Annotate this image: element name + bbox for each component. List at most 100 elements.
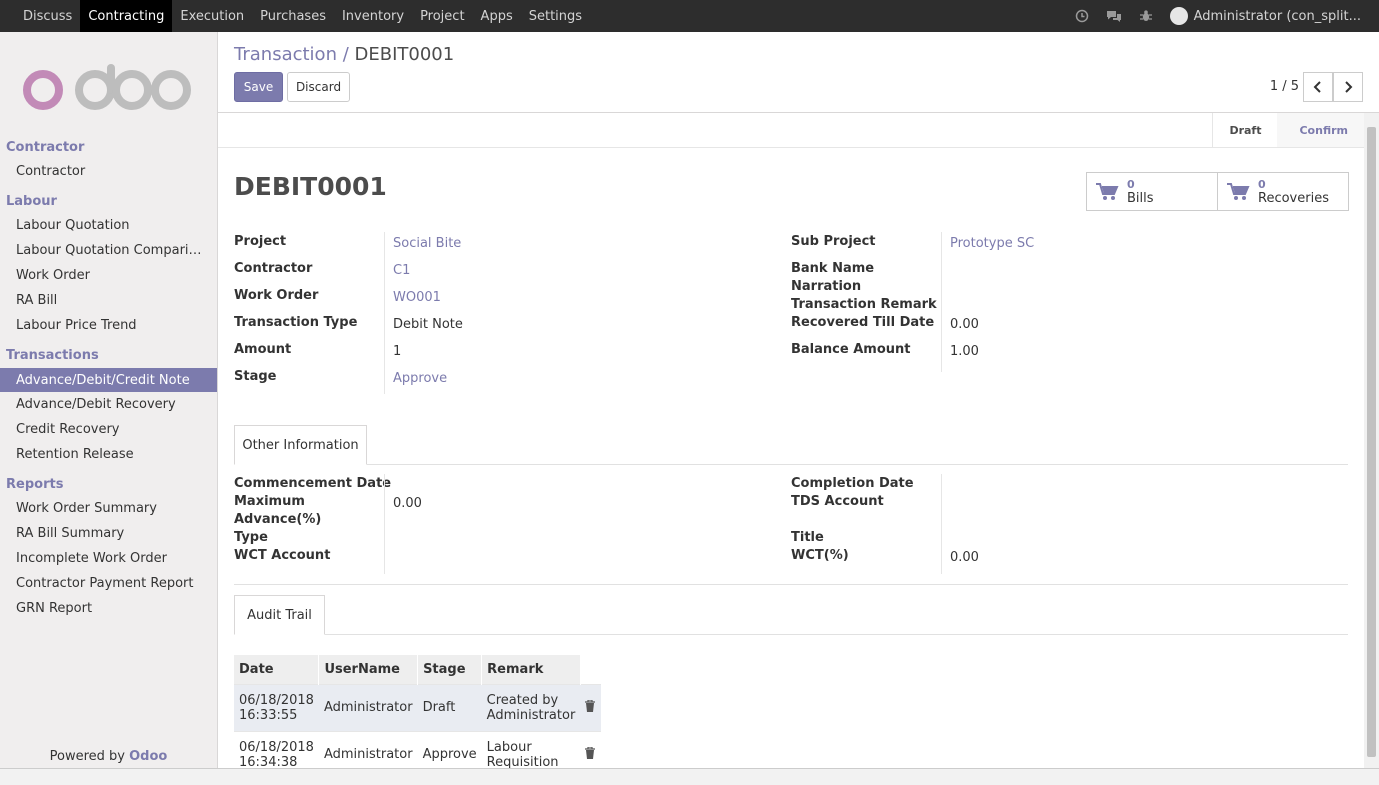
pager-previous-button[interactable] (1303, 72, 1333, 102)
user-name: Administrator (con_split... (1193, 8, 1361, 24)
sidebar-item-work-order-summary[interactable]: Work Order Summary (0, 496, 217, 520)
menu-execution[interactable]: Execution (172, 0, 252, 32)
sidebar-item-incomplete-work-order[interactable]: Incomplete Work Order (0, 546, 217, 570)
sidebar-item-advance-debit-recovery[interactable]: Advance/Debit Recovery (0, 392, 217, 416)
app-menu: Discuss Contracting Execution Purchases … (0, 0, 590, 32)
odoo-logo[interactable] (22, 64, 192, 114)
sidebar-section-reports[interactable]: Reports (6, 477, 63, 492)
sub-project-label: Sub Project (791, 234, 876, 249)
work-order-value[interactable]: WO001 (393, 290, 441, 305)
row-stage: Approve (417, 730, 482, 768)
wct-account-label: WCT Account (234, 548, 331, 563)
sidebar-item-advance-debit-credit-note[interactable]: Advance/Debit/Credit Note (0, 368, 217, 392)
row-date: 06/18/2018 16:33:55 (234, 683, 319, 731)
sidebar-item-work-order[interactable]: Work Order (0, 263, 217, 287)
sidebar-section-contractor[interactable]: Contractor (6, 140, 84, 155)
commencement-date-label: Commencement Date (234, 476, 392, 491)
sidebar-item-credit-recovery[interactable]: Credit Recovery (0, 417, 217, 441)
pager-next-button[interactable] (1333, 72, 1363, 102)
bills-smart-button[interactable]: 0 Bills (1086, 172, 1218, 211)
delete-row-button[interactable] (580, 683, 602, 731)
stage-confirm[interactable]: Confirm (1277, 113, 1364, 147)
col-actions (580, 655, 602, 684)
recoveries-smart-button[interactable]: 0 Recoveries (1217, 172, 1349, 211)
pager-value[interactable]: 1 / 5 (1270, 79, 1299, 94)
sidebar-item-labour-quotation[interactable]: Labour Quotation (0, 213, 217, 237)
transaction-type-value[interactable]: Debit Note (393, 317, 463, 332)
tab-other-information[interactable]: Other Information (234, 425, 367, 465)
chevron-left-icon (1313, 81, 1321, 93)
sidebar-item-ra-bill[interactable]: RA Bill (0, 288, 217, 312)
project-value[interactable]: Social Bite (393, 236, 461, 251)
powered-by-brand[interactable]: Odoo (129, 749, 167, 764)
row-stage: Draft (417, 683, 482, 731)
clock-icon[interactable] (1074, 8, 1090, 24)
browser-bottom-bar (0, 768, 1379, 785)
scrollbar[interactable] (1364, 113, 1379, 768)
tab-audit-trail[interactable]: Audit Trail (234, 595, 325, 635)
recovered-till-date-value[interactable]: 0.00 (950, 317, 979, 332)
sidebar-item-labour-price-trend[interactable]: Labour Price Trend (0, 313, 217, 337)
bank-name-label: Bank Name (791, 261, 875, 276)
narration-label: Narration (791, 279, 862, 294)
bug-icon[interactable] (1138, 8, 1154, 24)
col-username[interactable]: UserName (318, 655, 419, 684)
breadcrumb-transaction[interactable]: Transaction / (234, 44, 349, 65)
sub-project-value[interactable]: Prototype SC (950, 236, 1034, 251)
menu-apps[interactable]: Apps (473, 0, 521, 32)
table-row[interactable]: 06/18/2018 16:33:55 Administrator Draft C… (234, 683, 602, 731)
audit-trail-table: Date UserName Stage Remark 06/18/2018 16:… (234, 655, 602, 768)
menu-purchases[interactable]: Purchases (252, 0, 334, 32)
stage-draft[interactable]: Draft (1213, 113, 1278, 147)
menu-discuss[interactable]: Discuss (15, 0, 80, 32)
sidebar-section-transactions[interactable]: Transactions (6, 348, 99, 363)
scrollbar-thumb[interactable] (1367, 127, 1376, 757)
row-user: Administrator (318, 730, 418, 768)
table-row[interactable]: 06/18/2018 16:34:38 Administrator Approve… (234, 730, 602, 768)
menu-inventory[interactable]: Inventory (334, 0, 412, 32)
maximum-advance-label-cont: Advance(%) (234, 512, 322, 527)
wct-percent-value[interactable]: 0.00 (950, 550, 979, 565)
sidebar-item-contractor-payment-report[interactable]: Contractor Payment Report (0, 571, 217, 595)
amount-label: Amount (234, 342, 292, 357)
recoveries-count: 0 (1258, 177, 1266, 191)
trash-icon (585, 698, 596, 712)
delete-row-button[interactable] (580, 730, 602, 768)
record-title: DEBIT0001 (234, 172, 387, 201)
contractor-value[interactable]: C1 (393, 263, 410, 278)
sidebar-item-retention-release[interactable]: Retention Release (0, 442, 217, 466)
balance-amount-value[interactable]: 1.00 (950, 344, 979, 359)
amount-value[interactable]: 1 (393, 344, 401, 359)
field-divider (941, 232, 942, 372)
row-remark: Labour Requisition (481, 730, 581, 768)
breadcrumb: Transaction / DEBIT0001 (234, 44, 454, 65)
sidebar-section-labour[interactable]: Labour (6, 194, 57, 209)
sidebar-item-ra-bill-summary[interactable]: RA Bill Summary (0, 521, 217, 545)
stage-label: Stage (234, 369, 277, 384)
powered-by-text: Powered by (49, 749, 125, 764)
sidebar-item-labour-quotation-comparison[interactable]: Labour Quotation Compari… (0, 238, 217, 262)
menu-project[interactable]: Project (412, 0, 472, 32)
field-divider (941, 474, 942, 574)
type-label: Type (234, 530, 268, 545)
trash-icon (585, 746, 596, 759)
save-button[interactable]: Save (234, 72, 283, 102)
sidebar-item-grn-report[interactable]: GRN Report (0, 596, 217, 620)
row-remark: Created by Administrator (481, 683, 581, 731)
powered-by: Powered by Odoo (0, 749, 217, 764)
col-stage[interactable]: Stage (417, 655, 483, 684)
menu-contracting[interactable]: Contracting (80, 0, 173, 32)
control-panel: Transaction / DEBIT0001 Save Discard 1 /… (218, 32, 1379, 113)
status-bar: Draft Confirm (218, 113, 1364, 148)
sidebar-item-contractor[interactable]: Contractor (0, 159, 217, 183)
user-menu[interactable]: Administrator (con_split... (1169, 7, 1361, 25)
menu-settings[interactable]: Settings (521, 0, 590, 32)
maximum-advance-value[interactable]: 0.00 (393, 496, 422, 511)
title-label: Title (791, 530, 824, 545)
chat-icon[interactable] (1106, 8, 1122, 24)
tab-divider (234, 464, 1348, 465)
stage-value[interactable]: Approve (393, 371, 447, 386)
discard-button[interactable]: Discard (287, 72, 350, 102)
col-date[interactable]: Date (234, 655, 320, 684)
col-remark[interactable]: Remark (481, 655, 581, 684)
